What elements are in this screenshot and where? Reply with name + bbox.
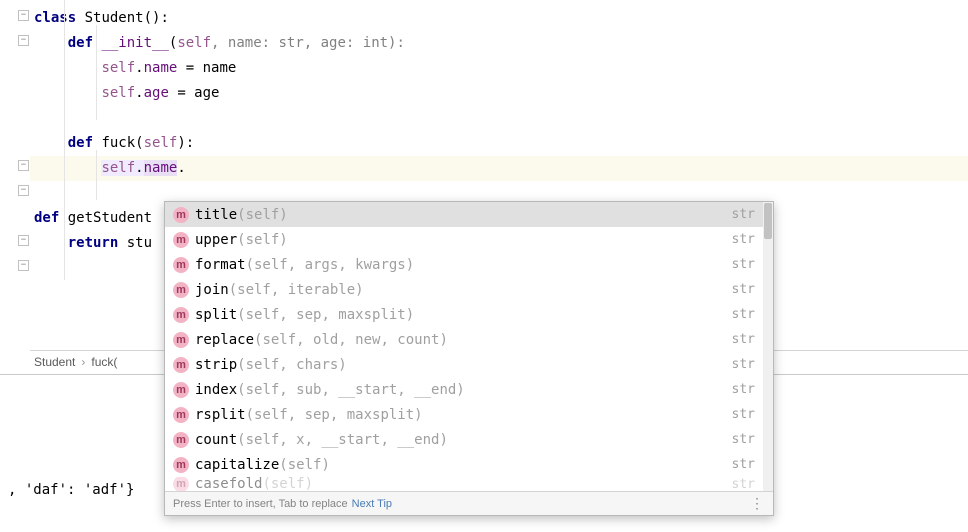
autocomplete-item[interactable]: mtitle(self) str	[165, 202, 773, 227]
autocomplete-item-name: replace	[195, 332, 254, 348]
autocomplete-item-name: upper	[195, 232, 237, 248]
method-icon: m	[173, 382, 189, 398]
method-icon: m	[173, 457, 189, 473]
autocomplete-item-params: (self, sub, __start, __end)	[237, 382, 465, 398]
autocomplete-item-params: (self)	[262, 477, 313, 491]
code-line	[30, 106, 968, 131]
autocomplete-item-params: (self)	[279, 457, 330, 473]
autocomplete-item-return-type: str	[732, 332, 755, 347]
autocomplete-item-params: (self)	[237, 207, 288, 223]
autocomplete-item[interactable]: m capitalize(self) str	[165, 452, 773, 477]
autocomplete-item[interactable]: m casefold(self) str	[165, 477, 773, 491]
autocomplete-item[interactable]: mjoin(self, iterable) str	[165, 277, 773, 302]
code-line: class Student():	[30, 6, 968, 31]
more-options-icon[interactable]: ⋮	[750, 495, 765, 512]
autocomplete-item[interactable]: mstrip(self, chars) str	[165, 352, 773, 377]
autocomplete-item-return-type: str	[732, 257, 755, 272]
autocomplete-item[interactable]: mupper(self) str	[165, 227, 773, 252]
breadcrumb-item[interactable]: Student	[34, 355, 75, 369]
method-icon: m	[173, 407, 189, 423]
method-icon: m	[173, 232, 189, 248]
method-icon: m	[173, 307, 189, 323]
autocomplete-item[interactable]: msplit(self, sep, maxsplit) str	[165, 302, 773, 327]
autocomplete-item-name: strip	[195, 357, 237, 373]
autocomplete-item-name: count	[195, 432, 237, 448]
method-icon: m	[173, 477, 189, 491]
hint-text: Press Enter to insert, Tab to replace	[173, 498, 348, 510]
autocomplete-item-return-type: str	[732, 407, 755, 422]
autocomplete-item-params: (self, sep, maxsplit)	[237, 307, 414, 323]
fold-icon[interactable]: −	[18, 185, 29, 196]
autocomplete-hint-bar: Press Enter to insert, Tab to replace Ne…	[165, 491, 773, 515]
fold-icon[interactable]: −	[18, 35, 29, 46]
autocomplete-item-return-type: str	[732, 477, 755, 491]
autocomplete-item-return-type: str	[732, 207, 755, 222]
method-icon: m	[173, 332, 189, 348]
autocomplete-item[interactable]: mcount(self, x, __start, __end) str	[165, 427, 773, 452]
fold-icon[interactable]: −	[18, 260, 29, 271]
autocomplete-item-name: rsplit	[195, 407, 246, 423]
autocomplete-item-params: (self, sep, maxsplit)	[246, 407, 423, 423]
code-line: self.name = name	[30, 56, 968, 81]
code-line: self.age = age	[30, 81, 968, 106]
autocomplete-item-params: (self, old, new, count)	[254, 332, 448, 348]
method-icon: m	[173, 207, 189, 223]
autocomplete-item-params: (self)	[237, 232, 288, 248]
autocomplete-item-return-type: str	[732, 432, 755, 447]
autocomplete-item-params: (self, args, kwargs)	[246, 257, 415, 273]
autocomplete-item-return-type: str	[732, 232, 755, 247]
method-icon: m	[173, 257, 189, 273]
autocomplete-item-name: format	[195, 257, 246, 273]
autocomplete-item-return-type: str	[732, 357, 755, 372]
autocomplete-list[interactable]: mtitle(self)strmupper(self)strmformat(se…	[165, 202, 773, 491]
breadcrumb-item[interactable]: fuck(	[91, 355, 117, 369]
autocomplete-item-return-type: str	[732, 282, 755, 297]
code-line: def fuck(self):	[30, 131, 968, 156]
fold-icon[interactable]: −	[18, 235, 29, 246]
autocomplete-item-return-type: str	[732, 382, 755, 397]
fold-icon[interactable]: −	[18, 160, 29, 171]
autocomplete-item[interactable]: m replace(self, old, new, count) str	[165, 327, 773, 352]
method-icon: m	[173, 432, 189, 448]
code-line: def __init__(self, name: str, age: int):	[30, 31, 968, 56]
fold-icon[interactable]: −	[18, 10, 29, 21]
breadcrumb-separator-icon: ›	[81, 355, 85, 369]
autocomplete-item-name: index	[195, 382, 237, 398]
autocomplete-item-return-type: str	[732, 307, 755, 322]
code-line: self.name.	[30, 156, 968, 181]
next-tip-link[interactable]: Next Tip	[352, 498, 392, 510]
scrollbar[interactable]	[763, 202, 773, 491]
autocomplete-item[interactable]: mrsplit(self, sep, maxsplit) str	[165, 402, 773, 427]
autocomplete-item-return-type: str	[732, 457, 755, 472]
scrollbar-thumb[interactable]	[764, 203, 772, 239]
autocomplete-item[interactable]: mformat(self, args, kwargs) str	[165, 252, 773, 277]
autocomplete-item-params: (self, x, __start, __end)	[237, 432, 448, 448]
autocomplete-popup: mtitle(self)strmupper(self)strmformat(se…	[164, 201, 774, 516]
autocomplete-item-name: capitalize	[195, 457, 279, 473]
autocomplete-item-name: casefold	[195, 477, 262, 491]
autocomplete-item-name: join	[195, 282, 229, 298]
autocomplete-item-params: (self, chars)	[237, 357, 347, 373]
autocomplete-item-name: title	[195, 207, 237, 223]
gutter: − − − − − −	[0, 0, 30, 345]
autocomplete-item-name: split	[195, 307, 237, 323]
method-icon: m	[173, 357, 189, 373]
autocomplete-item-params: (self, iterable)	[229, 282, 364, 298]
method-icon: m	[173, 282, 189, 298]
autocomplete-item[interactable]: mindex(self, sub, __start, __end) str	[165, 377, 773, 402]
